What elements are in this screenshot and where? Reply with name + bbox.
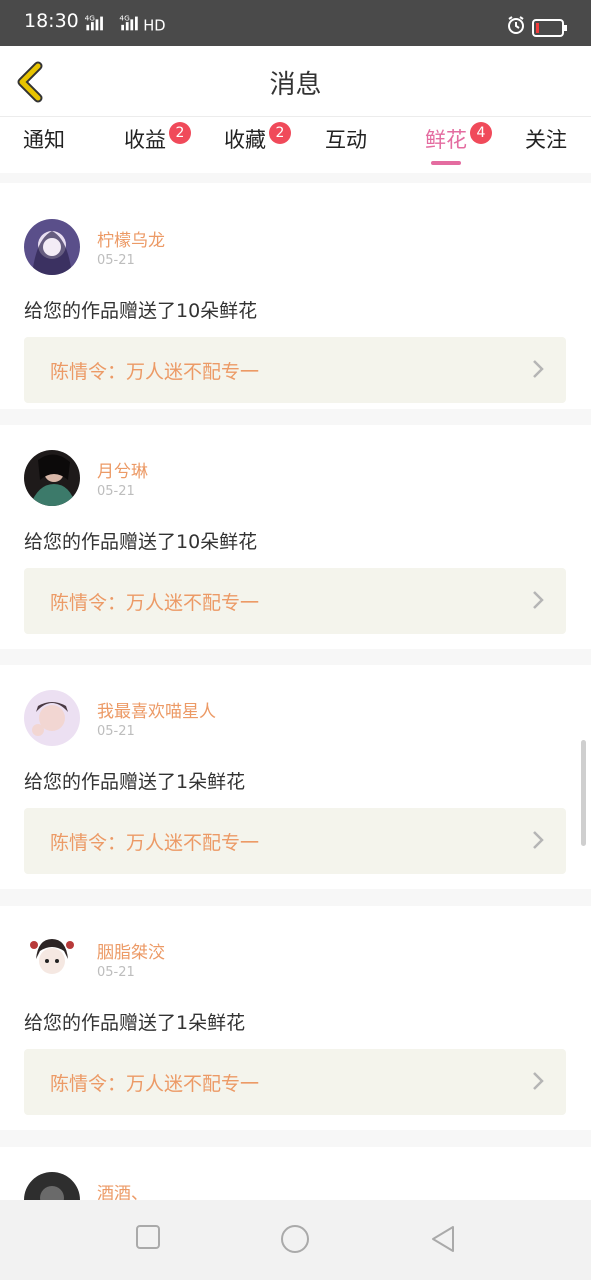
list-item: 酒酒、 — [0, 1147, 591, 1207]
tab-flowers[interactable]: 鲜花 4 — [416, 122, 492, 171]
tab-label: 互动 — [325, 128, 367, 152]
tab-badge: 2 — [169, 122, 191, 144]
tab-badge: 2 — [269, 122, 291, 144]
chevron-right-icon — [533, 591, 544, 609]
page-title: 消息 — [269, 70, 322, 100]
message-text: 给您的作品赠送了10朵鲜花 — [24, 300, 258, 322]
username[interactable]: 柠檬乌龙 — [97, 226, 165, 251]
tab-favorites[interactable]: 收藏 2 — [215, 122, 291, 171]
svg-text:HD: HD — [143, 17, 165, 34]
work-link[interactable]: 陈情令：万人迷不配专一 — [24, 568, 566, 634]
message-text: 给您的作品赠送了10朵鲜花 — [24, 531, 258, 553]
status-bar: 18:30 4G 4G HD — [0, 0, 591, 46]
message-date: 05-21 — [97, 253, 135, 268]
tab-interaction[interactable]: 互动 — [316, 127, 376, 171]
status-time: 18:30 — [24, 10, 79, 32]
message-date: 05-21 — [97, 724, 135, 739]
avatar[interactable] — [24, 690, 80, 746]
header: 消息 — [0, 46, 591, 117]
list-item: 我最喜欢喵星人 05-21 给您的作品赠送了1朵鲜花 陈情令：万人迷不配专一 — [0, 665, 591, 889]
back-triangle-icon[interactable] — [430, 1224, 456, 1254]
tab-bar: 通知 收益 2 收藏 2 互动 鲜花 4 关注 — [0, 117, 591, 173]
avatar[interactable] — [24, 931, 80, 987]
work-link[interactable]: 陈情令：万人迷不配专一 — [24, 1049, 566, 1115]
tab-label: 鲜花 — [425, 128, 467, 152]
message-date: 05-21 — [97, 965, 135, 980]
tab-label: 收益 — [124, 128, 166, 152]
tab-label: 通知 — [23, 128, 65, 152]
username[interactable]: 月兮琳 — [97, 457, 148, 482]
avatar[interactable] — [24, 450, 80, 506]
list-item: 胭脂桀洨 05-21 给您的作品赠送了1朵鲜花 陈情令：万人迷不配专一 — [0, 906, 591, 1130]
work-title: 陈情令：万人迷不配专一 — [50, 832, 260, 854]
username[interactable]: 胭脂桀洨 — [97, 938, 165, 963]
svg-text:4G: 4G — [119, 13, 130, 22]
active-tab-indicator — [431, 161, 461, 165]
work-title: 陈情令：万人迷不配专一 — [50, 361, 260, 383]
signal-icon: 4G 4G HD — [85, 13, 166, 34]
work-link[interactable]: 陈情令：万人迷不配专一 — [24, 337, 566, 403]
system-nav-bar — [0, 1200, 591, 1280]
list-item: 柠檬乌龙 05-21 给您的作品赠送了10朵鲜花 陈情令：万人迷不配专一 — [0, 183, 591, 409]
message-date: 05-21 — [97, 484, 135, 499]
chevron-right-icon — [533, 1072, 544, 1090]
tab-follow[interactable]: 关注 — [516, 127, 576, 171]
scrollbar[interactable] — [581, 740, 586, 846]
tab-notice[interactable]: 通知 — [14, 127, 74, 171]
message-text: 给您的作品赠送了1朵鲜花 — [24, 1012, 246, 1034]
work-title: 陈情令：万人迷不配专一 — [50, 1073, 260, 1095]
svg-text:4G: 4G — [85, 13, 96, 22]
message-text: 给您的作品赠送了1朵鲜花 — [24, 771, 246, 793]
battery-icon — [532, 19, 567, 37]
alarm-icon — [508, 16, 524, 34]
tab-label: 收藏 — [224, 128, 266, 152]
chevron-right-icon — [533, 831, 544, 849]
work-title: 陈情令：万人迷不配专一 — [50, 592, 260, 614]
tab-income[interactable]: 收益 2 — [115, 122, 191, 171]
recent-apps-icon[interactable] — [135, 1224, 161, 1250]
list-item: 月兮琳 05-21 给您的作品赠送了10朵鲜花 陈情令：万人迷不配专一 — [0, 425, 591, 649]
home-icon[interactable] — [280, 1224, 310, 1254]
username[interactable]: 我最喜欢喵星人 — [97, 697, 216, 722]
chevron-right-icon — [533, 360, 544, 378]
tab-badge: 4 — [470, 122, 492, 144]
work-link[interactable]: 陈情令：万人迷不配专一 — [24, 808, 566, 874]
tab-label: 关注 — [525, 128, 567, 152]
avatar[interactable] — [24, 219, 80, 275]
